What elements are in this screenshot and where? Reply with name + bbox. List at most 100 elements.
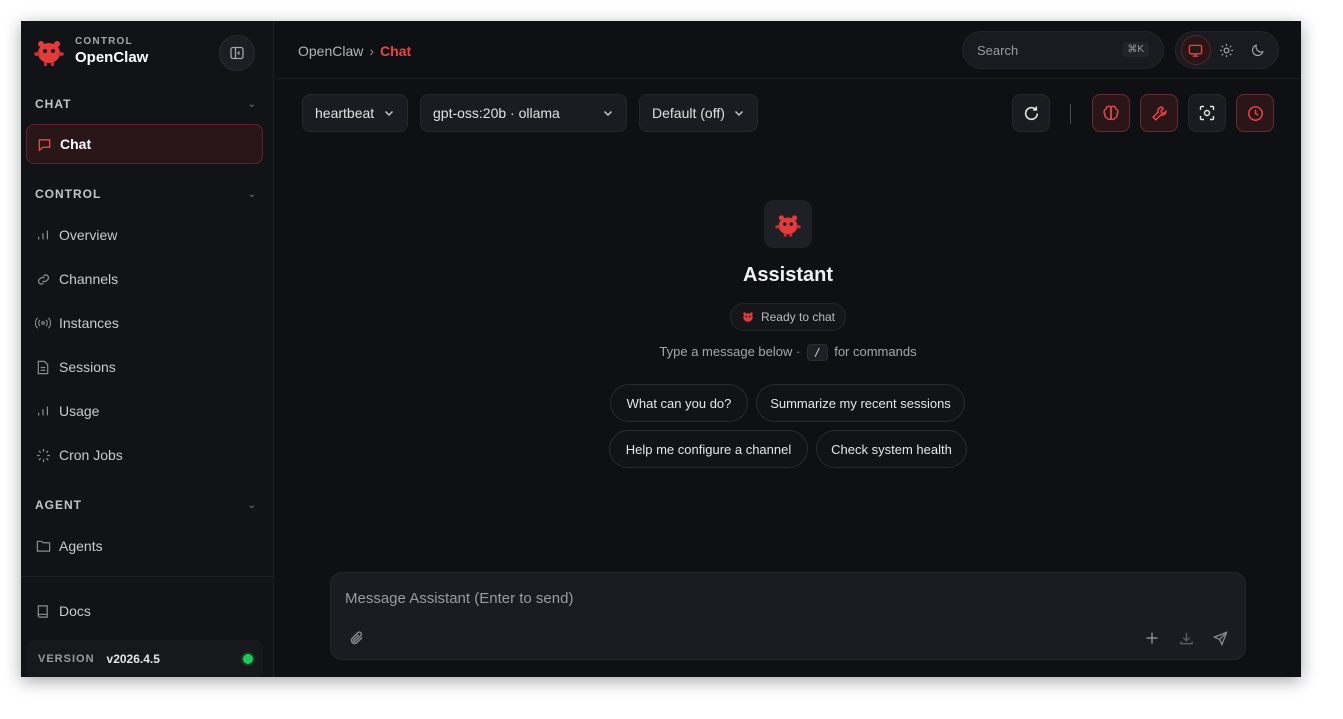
- collapse-sidebar-button[interactable]: [219, 35, 255, 71]
- suggestion-chip[interactable]: What can you do?: [610, 384, 748, 422]
- link-icon: [35, 271, 51, 287]
- theme-light-button[interactable]: [1212, 35, 1242, 65]
- version-value: v2026.4.5: [106, 652, 160, 666]
- focus-mode-button[interactable]: [1188, 94, 1226, 132]
- session-select-value: heartbeat: [315, 105, 375, 121]
- version-badge: VERSION v2026.4.5: [26, 640, 263, 677]
- send-button[interactable]: [1209, 627, 1231, 649]
- sidebar-item-channels[interactable]: Channels: [35, 261, 263, 297]
- suggestion-chip[interactable]: Check system health: [816, 430, 967, 468]
- openclaw-mascot-icon: [775, 215, 801, 237]
- bar-chart-icon: [35, 227, 51, 243]
- breadcrumb-separator: ›: [369, 43, 375, 59]
- chat-bubble-icon: [36, 136, 52, 152]
- thinking-toggle-button[interactable]: [1092, 94, 1130, 132]
- sidebar-item-label: Usage: [59, 403, 100, 419]
- session-select[interactable]: heartbeat: [302, 94, 408, 132]
- sidebar-item-docs[interactable]: Docs: [35, 593, 263, 629]
- section-control-header[interactable]: CONTROL ⌄: [35, 187, 257, 201]
- section-title: CONTROL: [35, 187, 102, 201]
- monitor-icon: [1188, 44, 1203, 57]
- sidebar: CONTROL OpenClaw CHAT ⌄ Chat CONTROL ⌄ O…: [21, 21, 274, 677]
- loader-icon: [35, 447, 51, 463]
- brand-name: OpenClaw: [75, 49, 149, 66]
- sidebar-divider: [21, 576, 274, 577]
- status-dot: [243, 654, 253, 664]
- sidebar-item-label: Docs: [59, 603, 91, 619]
- command-hint: Type a message below · / for commands: [588, 344, 988, 361]
- sidebar-item-label: Instances: [59, 315, 119, 331]
- sidebar-item-chat[interactable]: Chat: [26, 124, 263, 164]
- chevron-down-icon: ⌄: [247, 98, 257, 110]
- status-text: Ready to chat: [760, 310, 836, 324]
- refresh-icon: [1024, 106, 1038, 120]
- sun-icon: [1220, 43, 1234, 57]
- sidebar-item-label: Sessions: [59, 359, 116, 375]
- sidebar-item-instances[interactable]: Instances: [35, 305, 263, 341]
- section-agent-header[interactable]: AGENT ⌄: [35, 498, 257, 512]
- hint-text-after: for commands: [834, 344, 917, 359]
- send-icon: [1212, 630, 1228, 646]
- breadcrumb: OpenClaw › Chat: [298, 43, 411, 59]
- search-box[interactable]: Search ⌘K: [962, 31, 1164, 69]
- section-chat-header[interactable]: CHAT ⌄: [35, 97, 257, 111]
- broadcast-icon: [35, 315, 51, 331]
- message-composer: [330, 572, 1246, 660]
- sidebar-item-label: Overview: [59, 227, 118, 243]
- chevron-down-icon: ⌄: [247, 188, 257, 200]
- refresh-button[interactable]: [1012, 94, 1050, 132]
- attach-button[interactable]: [346, 627, 368, 649]
- chevron-down-icon: ⌄: [247, 499, 257, 511]
- theme-dark-button[interactable]: [1243, 35, 1273, 65]
- moon-icon: [1252, 44, 1264, 56]
- sidebar-item-cron-jobs[interactable]: Cron Jobs: [35, 437, 263, 473]
- topbar: OpenClaw › Chat Search ⌘K: [275, 21, 1301, 79]
- model-select[interactable]: gpt-oss:20b · ollama: [420, 94, 627, 132]
- folder-icon: [35, 538, 51, 554]
- sidebar-item-label: Channels: [59, 271, 119, 287]
- slash-key: /: [806, 344, 828, 361]
- plus-icon: [1146, 632, 1158, 644]
- wrench-icon: [1151, 105, 1167, 121]
- sidebar-toggle-icon: [230, 46, 244, 60]
- history-button[interactable]: [1236, 94, 1274, 132]
- model-select-value: gpt-oss:20b · ollama: [433, 105, 560, 121]
- app-window: CONTROL OpenClaw CHAT ⌄ Chat CONTROL ⌄ O…: [21, 21, 1301, 677]
- paperclip-icon: [350, 631, 363, 645]
- chevron-down-icon: [603, 110, 613, 117]
- sidebar-item-agents[interactable]: Agents: [35, 528, 263, 564]
- openclaw-logo-icon: [34, 41, 64, 66]
- thinking-level-value: Default (off): [652, 105, 725, 121]
- sidebar-item-sessions[interactable]: Sessions: [35, 349, 263, 385]
- hint-text-before: Type a message below ·: [659, 344, 801, 359]
- openclaw-mascot-icon: [743, 312, 753, 322]
- status-badge: Ready to chat: [730, 303, 846, 331]
- version-label: VERSION: [38, 653, 95, 665]
- theme-system-button[interactable]: [1180, 35, 1211, 65]
- tools-toggle-button[interactable]: [1140, 94, 1178, 132]
- sidebar-item-usage[interactable]: Usage: [35, 393, 263, 429]
- export-button[interactable]: [1175, 627, 1197, 649]
- document-icon: [35, 359, 51, 375]
- clock-icon: [1247, 105, 1263, 121]
- toolbar-divider: [1070, 104, 1071, 124]
- suggestion-chip[interactable]: Help me configure a channel: [609, 430, 808, 468]
- chevron-down-icon: [384, 110, 394, 117]
- brand-subtitle: CONTROL: [75, 36, 133, 47]
- message-input[interactable]: [345, 587, 1205, 609]
- breadcrumb-root[interactable]: OpenClaw: [298, 43, 363, 59]
- section-title: CHAT: [35, 97, 72, 111]
- focus-icon: [1199, 105, 1215, 121]
- sidebar-item-overview[interactable]: Overview: [35, 217, 263, 253]
- assistant-avatar: [764, 200, 812, 248]
- download-icon: [1179, 632, 1193, 644]
- section-title: AGENT: [35, 498, 82, 512]
- new-chat-button[interactable]: [1141, 627, 1163, 649]
- thinking-level-select[interactable]: Default (off): [639, 94, 758, 132]
- search-shortcut: ⌘K: [1122, 42, 1149, 57]
- breadcrumb-current: Chat: [380, 43, 412, 59]
- theme-switcher: [1175, 31, 1279, 69]
- book-icon: [35, 603, 51, 619]
- sidebar-item-label: Agents: [59, 538, 103, 554]
- suggestion-chip[interactable]: Summarize my recent sessions: [756, 384, 965, 422]
